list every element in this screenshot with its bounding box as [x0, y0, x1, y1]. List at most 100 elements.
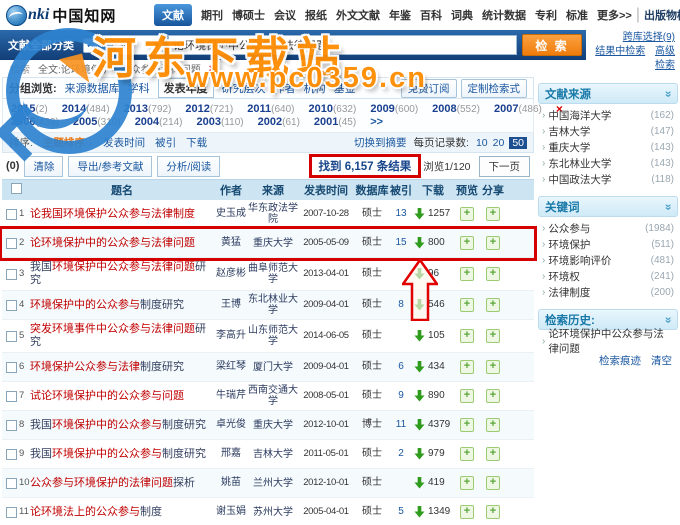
row-checkbox[interactable] — [6, 299, 17, 311]
result-title-link[interactable]: 环境保护公众参与法律制度研究 — [30, 361, 184, 373]
search-in-results-link[interactable]: 结果中检索 — [595, 46, 645, 57]
row-checkbox[interactable] — [6, 361, 17, 373]
sidebar-filter-item[interactable]: › 论环境保护中公众参与法律问题 — [540, 328, 676, 355]
cited-count-link[interactable]: 8 — [390, 299, 412, 311]
source-link[interactable]: 厦门大学 — [248, 362, 298, 373]
page-size-option[interactable]: 50 — [509, 136, 527, 149]
group-filter-item[interactable]: 机构 — [304, 80, 326, 96]
cited-count-link[interactable]: 11 — [390, 419, 412, 431]
top-nav-item[interactable]: 标准 — [566, 7, 588, 23]
publication-search-link[interactable]: 出版物检索 — [644, 7, 680, 23]
cross-db-select-link[interactable]: 跨库选择(9) — [623, 32, 675, 43]
top-nav-item[interactable]: 更多>> — [597, 7, 632, 23]
advanced-search-link[interactable]: 高级检索 — [655, 46, 675, 71]
year-filter-link[interactable]: 2010(632) — [308, 103, 356, 115]
share-icon[interactable]: + — [486, 389, 500, 403]
download-icon[interactable] — [414, 208, 425, 220]
sidebar-filter-item[interactable]: › 环境影响评价 (481) — [540, 252, 676, 268]
result-title-link[interactable]: 我国环境保护中的公众参与制度研究 — [30, 448, 206, 460]
source-link[interactable]: 吉林大学 — [248, 449, 298, 460]
author-link[interactable]: 姚苗 — [214, 477, 248, 489]
top-nav-item[interactable]: 博硕士 — [232, 7, 265, 23]
preview-icon[interactable]: + — [460, 360, 474, 374]
row-checkbox[interactable] — [6, 330, 17, 342]
author-link[interactable]: 赵彦彬 — [214, 268, 248, 280]
year-filter-link[interactable]: 2003(110) — [197, 116, 244, 128]
sidebar-filter-item[interactable]: › 重庆大学 (143) — [540, 139, 676, 155]
analyze-read-button[interactable]: 分析/阅读 — [157, 155, 221, 177]
author-link[interactable]: 邢嘉 — [214, 448, 248, 460]
preview-icon[interactable]: + — [460, 389, 474, 403]
share-icon[interactable]: + — [486, 267, 500, 281]
share-icon[interactable]: + — [486, 207, 500, 221]
row-checkbox[interactable] — [6, 477, 17, 489]
year-filter-link[interactable]: 2001(45) — [314, 116, 356, 128]
source-link[interactable]: 重庆大学 — [248, 238, 298, 249]
year-filter-link[interactable]: 2014(484) — [62, 103, 110, 115]
author-link[interactable]: 牛瑞芹 — [214, 390, 248, 402]
author-link[interactable]: 王博 — [214, 299, 248, 311]
sort-option[interactable]: 下载 — [186, 135, 207, 150]
top-nav-item[interactable]: 外文文献 — [336, 7, 380, 23]
preview-icon[interactable]: + — [460, 447, 474, 461]
page-size-option[interactable]: 20 — [493, 137, 505, 149]
free-subscribe-button[interactable]: 免费订阅 — [400, 78, 457, 98]
year-filter-link[interactable]: 2005(310) — [73, 116, 121, 128]
source-link[interactable]: 兰州大学 — [248, 478, 298, 489]
sidebar-filter-item[interactable]: › 中国政法大学 (118) — [540, 171, 676, 187]
export-references-button[interactable]: 导出/参考文献 — [68, 155, 153, 177]
sidebar-filter-item[interactable]: › 环境权 (241) — [540, 268, 676, 284]
sort-option[interactable]: 被引 — [155, 135, 176, 150]
remove-history-icon[interactable]: × — [209, 63, 215, 75]
author-link[interactable]: 谢玉娟 — [214, 506, 248, 518]
year-filter-link[interactable]: 2015(2) — [11, 103, 48, 115]
preview-icon[interactable]: + — [460, 298, 474, 312]
history-action-link[interactable]: 检索痕迹 — [599, 353, 641, 368]
share-icon[interactable]: + — [486, 447, 500, 461]
year-filter-link[interactable]: 2002(61) — [258, 116, 300, 128]
doc-category-label[interactable]: 文献全部分类 — [4, 37, 78, 53]
group-filter-item[interactable]: 来源数据库 — [65, 80, 120, 96]
row-checkbox[interactable] — [6, 237, 17, 249]
download-icon[interactable] — [414, 268, 425, 280]
cited-count-link[interactable]: 15 — [390, 237, 412, 249]
search-button[interactable]: 检 索 — [522, 34, 582, 56]
download-icon[interactable] — [414, 477, 425, 489]
year-filter-link[interactable]: 2008(552) — [432, 103, 480, 115]
author-link[interactable]: 卓光俊 — [214, 419, 248, 431]
source-link[interactable]: 东北林业大学 — [248, 294, 298, 316]
row-checkbox[interactable] — [6, 390, 17, 402]
cited-count-link[interactable]: 6 — [390, 361, 412, 373]
cited-count-link[interactable]: 2 — [390, 448, 412, 460]
share-icon[interactable]: + — [486, 236, 500, 250]
top-nav-item[interactable]: 百科 — [420, 7, 442, 23]
author-link[interactable]: 李高升 — [214, 330, 248, 342]
year-filter-link[interactable]: 2004(214) — [135, 116, 183, 128]
download-icon[interactable] — [414, 419, 425, 431]
result-title-link[interactable]: 环境保护中的公众参与制度研究 — [30, 299, 184, 311]
share-icon[interactable]: + — [486, 360, 500, 374]
download-icon[interactable] — [414, 390, 425, 402]
collapse-icon[interactable]: « — [661, 203, 675, 210]
download-icon[interactable] — [414, 506, 425, 518]
year-filter-link[interactable]: 2006(439) — [11, 116, 59, 128]
download-icon[interactable] — [414, 448, 425, 460]
preview-icon[interactable]: + — [460, 418, 474, 432]
category-checkbox[interactable]: ✓ — [83, 37, 98, 53]
share-icon[interactable]: + — [486, 505, 500, 519]
result-title-link[interactable]: 我国环境保护中公众参与法律问题研究 — [30, 261, 206, 286]
result-title-link[interactable]: 我国环境保护中的公众参与制度研究 — [30, 419, 206, 431]
collapse-icon[interactable]: « — [661, 90, 675, 97]
row-checkbox[interactable] — [6, 268, 17, 280]
source-link[interactable]: 山东师范大学 — [248, 325, 298, 347]
year-filter-link[interactable]: 2007(486) — [494, 103, 542, 115]
row-checkbox[interactable] — [6, 506, 17, 518]
share-icon[interactable]: + — [486, 476, 500, 490]
row-checkbox[interactable] — [6, 208, 17, 220]
sidebar-filter-item[interactable]: › 法律制度 (200) — [540, 284, 676, 300]
group-filter-item[interactable]: 基金 — [334, 80, 356, 96]
result-title-link[interactable]: 论环境法上的公众参与制度 — [30, 506, 162, 518]
sidebar-filter-item[interactable]: › 环境保护 (511) — [540, 236, 676, 252]
preview-icon[interactable]: + — [460, 329, 474, 343]
download-icon[interactable] — [414, 361, 425, 373]
